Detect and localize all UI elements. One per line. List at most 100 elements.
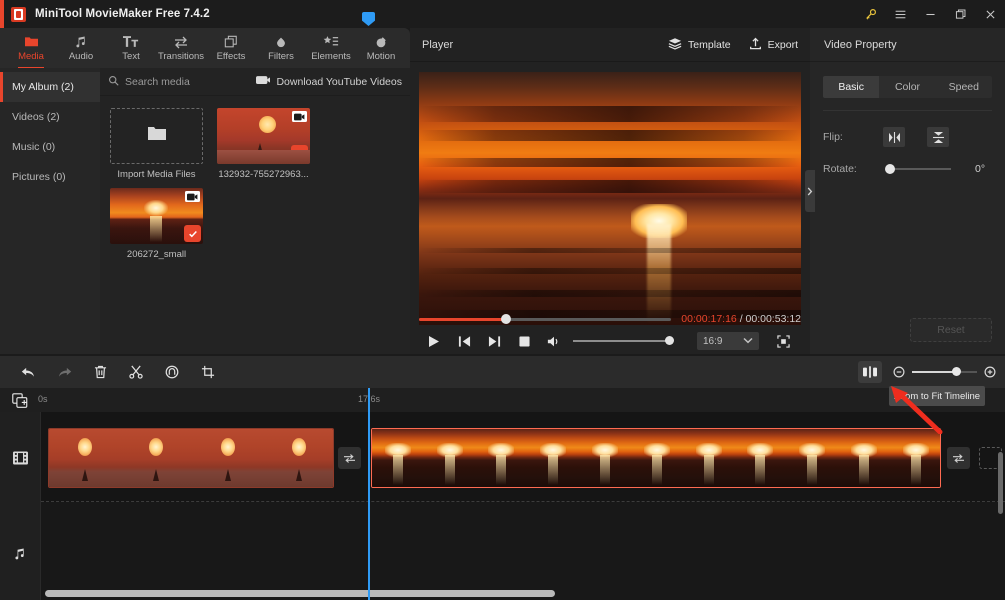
property-tabs: Basic Color Speed [823,76,992,98]
audio-track-lane[interactable] [41,502,1005,600]
export-button[interactable]: Export [749,37,798,53]
zoom-in-icon[interactable] [983,361,997,383]
media-item[interactable]: 206272_small [110,188,203,260]
ribbon-tab-transitions[interactable]: Transitions [156,28,206,68]
download-youtube-label: Download YouTube Videos [276,75,402,88]
zoom-out-icon[interactable] [892,361,906,383]
play-button[interactable] [419,330,449,352]
video-preview[interactable] [419,72,801,325]
rotate-handle[interactable] [885,164,895,174]
menu-icon[interactable] [885,0,915,28]
minimize-icon[interactable] [915,0,945,28]
flip-vertical-button[interactable] [927,127,949,147]
tab-color[interactable]: Color [879,76,935,98]
crop-icon[interactable] [190,356,226,388]
tooltip-text: Zoom to Fit Timeline [893,390,981,402]
ribbon-tab-motion[interactable]: Motion [356,28,406,68]
ribbon-label: Filters [268,51,294,62]
sidebar-item-pictures[interactable]: Pictures (0) [0,162,100,192]
tooltip-zoom-to-fit: Zoom to Fit Timeline [889,386,985,406]
folder-icon [147,125,167,147]
tab-label: Color [894,81,921,93]
title-bar: MiniTool MovieMaker Free 7.4.2 [0,0,1005,28]
timeline-toolbar [0,356,1005,388]
flip-label: Flip: [823,131,843,143]
maximize-icon[interactable] [945,0,975,28]
filters-icon [274,34,288,49]
aspect-ratio-select[interactable]: 16:9 [697,332,759,350]
total-time: 00:00:53:12 [745,313,801,325]
ribbon-tab-effects[interactable]: Effects [206,28,256,68]
app-window: MiniTool MovieMaker Free 7.4.2 Media Aud… [0,0,1005,600]
collapse-panel-handle[interactable] [805,170,815,212]
next-frame-button[interactable] [479,330,509,352]
title-accent-bar [0,0,4,28]
download-youtube-button[interactable]: Download YouTube Videos [256,75,402,88]
ribbon-tab-text[interactable]: Text [106,28,156,68]
clip-frame [734,429,787,487]
volume-icon[interactable] [539,330,569,352]
flip-row: Flip: [823,127,1005,147]
tab-basic[interactable]: Basic [823,76,880,98]
reset-button[interactable]: Reset [910,318,992,342]
detach-audio-icon[interactable] [154,356,190,388]
media-item[interactable]: 132932-755272963... [217,108,310,180]
zoom-handle[interactable] [952,367,961,376]
ribbon-tab-filters[interactable]: Filters [256,28,306,68]
tab-label: Basic [838,81,864,93]
timeline-clip-2[interactable] [371,428,941,488]
key-icon[interactable] [855,0,885,28]
timeline-ruler[interactable]: 0s 17.6s [0,388,1005,412]
add-track-icon[interactable] [11,392,28,408]
progress-handle[interactable] [501,314,511,324]
ribbon-tab-audio[interactable]: Audio [56,28,106,68]
volume-slider[interactable] [573,336,674,345]
timeline-horizontal-scrollbar[interactable] [0,589,1005,598]
media-thumbnail[interactable] [110,188,203,244]
music-note-icon [12,546,28,562]
clip-frame [786,429,839,487]
clip-frame [889,429,940,487]
player-panel: Player Template Export 00:00:17:16 / 00:… [410,28,810,354]
transition-button-1[interactable] [338,447,361,469]
ribbon-label: Audio [68,51,94,62]
rotate-slider[interactable] [885,164,951,174]
import-media-cell[interactable]: Import Media Files [110,108,203,180]
sidebar-item-my-album[interactable]: My Album (2) [0,72,100,102]
ribbon-tab-elements[interactable]: Elements [306,28,356,68]
sidebar-item-music[interactable]: Music (0) [0,132,100,162]
zoom-to-fit-timeline-button[interactable] [858,361,882,383]
video-track-lane[interactable] [41,412,1005,502]
previous-frame-button[interactable] [449,330,479,352]
search-input[interactable] [125,75,255,88]
close-icon[interactable] [975,0,1005,28]
timeline-zoom-slider[interactable] [912,367,977,376]
transition-button-2[interactable] [947,447,970,469]
volume-handle[interactable] [665,336,674,345]
clip-frame [682,429,735,487]
transport-controls: 16:9 [419,330,801,352]
export-label: Export [767,38,798,51]
stop-button[interactable] [509,330,539,352]
timeline-vertical-scrollbar[interactable] [998,452,1003,514]
media-thumbnail[interactable] [217,108,310,164]
clip-frame [579,429,631,487]
import-media-button[interactable] [110,108,203,164]
wave-line [419,268,801,274]
search-icon [108,73,119,91]
template-button[interactable]: Template [668,37,731,53]
ribbon-tab-media[interactable]: Media [6,28,56,69]
flip-horizontal-button[interactable] [883,127,905,147]
redo-icon[interactable] [46,356,82,388]
sidebar-item-videos[interactable]: Videos (2) [0,102,100,132]
search-box[interactable] [108,73,256,91]
fullscreen-button[interactable] [773,332,793,350]
property-title: Video Property [810,28,1005,62]
undo-icon[interactable] [10,356,46,388]
scrollbar-thumb[interactable] [45,590,555,597]
timeline-clip-1[interactable] [48,428,334,488]
delete-icon[interactable] [82,356,118,388]
split-icon[interactable] [118,356,154,388]
tab-speed[interactable]: Speed [936,76,992,98]
progress-slider[interactable] [419,314,672,324]
